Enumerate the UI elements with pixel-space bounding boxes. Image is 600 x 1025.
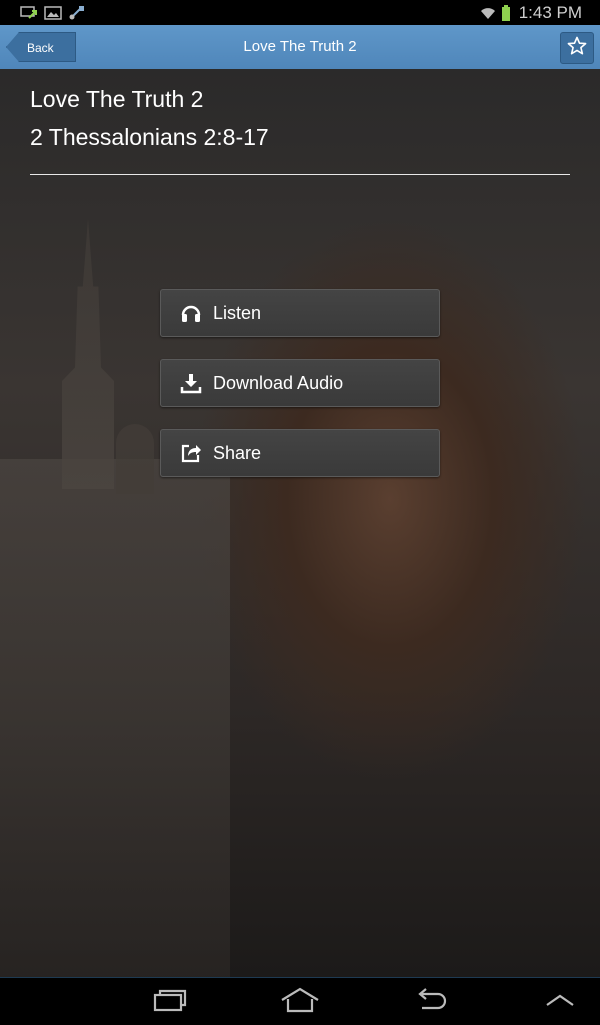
headphones-icon — [179, 301, 203, 325]
status-right-icons: 1:43 PM — [479, 3, 600, 23]
expand-up-button[interactable] — [538, 986, 582, 1018]
favorite-button[interactable] — [560, 32, 594, 64]
back-nav-icon — [412, 987, 448, 1018]
download-audio-label: Download Audio — [213, 372, 344, 393]
download-audio-button[interactable]: Download Audio — [160, 359, 440, 407]
navigation-bar — [0, 977, 600, 1025]
background-building — [0, 459, 230, 979]
expand-up-icon — [544, 990, 576, 1015]
action-bar: Back Love The Truth 2 — [0, 25, 600, 70]
usb-icon — [68, 5, 86, 21]
background-dome — [116, 424, 154, 494]
back-nav-button[interactable] — [408, 986, 452, 1018]
sermon-title: Love The Truth 2 — [30, 86, 204, 112]
battery-icon — [501, 4, 511, 21]
home-button[interactable] — [278, 986, 322, 1018]
star-icon — [567, 36, 587, 61]
recent-apps-icon — [152, 987, 188, 1018]
share-button[interactable]: Share — [160, 429, 440, 477]
background-spire — [62, 219, 114, 489]
header-divider — [30, 174, 570, 175]
share-icon — [179, 441, 203, 465]
status-bar: 1:43 PM — [0, 0, 600, 25]
screen-mirroring-icon — [20, 5, 38, 21]
sermon-background-image — [0, 69, 600, 979]
listen-button[interactable]: Listen — [160, 289, 440, 337]
recent-apps-button[interactable] — [148, 986, 192, 1018]
image-icon — [44, 5, 62, 21]
wifi-icon — [479, 5, 497, 21]
share-label: Share — [213, 442, 262, 463]
home-icon — [280, 987, 320, 1018]
sermon-scripture: 2 Thessalonians 2:8-17 — [30, 124, 269, 150]
action-bar-title: Love The Truth 2 — [243, 38, 357, 55]
status-time: 1:43 PM — [518, 2, 582, 22]
listen-label: Listen — [213, 302, 262, 323]
download-icon — [179, 371, 203, 395]
status-left-icons — [0, 5, 86, 21]
